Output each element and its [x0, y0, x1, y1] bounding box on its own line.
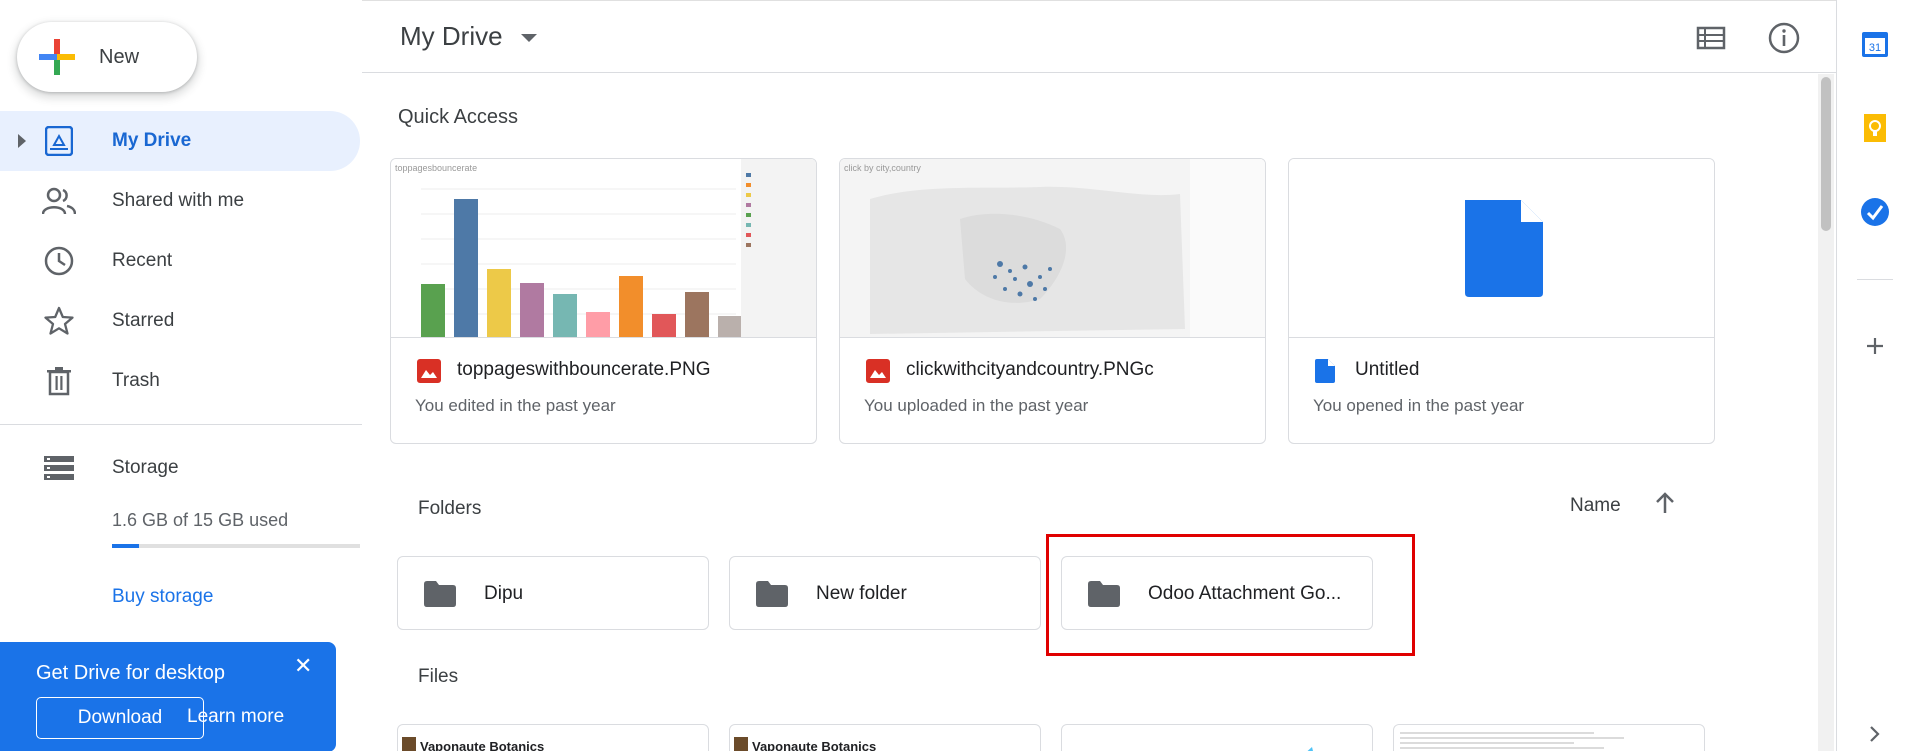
- storage-progress-bar: [112, 544, 360, 548]
- keep-icon[interactable]: [1859, 112, 1891, 144]
- file-card[interactable]: [1393, 724, 1705, 751]
- file-activity: You uploaded in the past year: [864, 396, 1089, 415]
- arrow-up-icon[interactable]: [1652, 490, 1678, 516]
- sidebar-item-starred[interactable]: Starred: [0, 291, 362, 351]
- sidebar-item-my-drive[interactable]: My Drive: [0, 111, 360, 171]
- files-section-title: Files: [418, 666, 459, 687]
- calendar-icon[interactable]: 31: [1859, 28, 1891, 60]
- quick-access-card[interactable]: toppagesbouncerate toppageswithbouncerat…: [390, 158, 817, 444]
- main-scrollbar[interactable]: [1818, 74, 1834, 751]
- file-thumbnail-title: Vaponaute Botanics: [420, 739, 545, 751]
- sidebar-item-storage[interactable]: Storage: [0, 440, 362, 496]
- sidebar-item-label: Starred: [112, 310, 175, 331]
- folder-name: New folder: [816, 583, 907, 604]
- thumbnail-caption: click by city,country: [844, 163, 921, 173]
- thumbnail-caption: toppagesbouncerate: [395, 163, 477, 173]
- folder-item[interactable]: Dipu: [397, 556, 709, 630]
- scrollbar-thumb[interactable]: [1821, 77, 1831, 231]
- file-activity: You opened in the past year: [1313, 396, 1525, 415]
- highlight-annotation-box: [1046, 534, 1415, 656]
- folder-name: Dipu: [484, 583, 524, 604]
- folder-item[interactable]: New folder: [729, 556, 1041, 630]
- file-name: clickwithcityandcountry.PNGc: [906, 359, 1154, 380]
- file-card[interactable]: Vaponaute Botanics: [729, 724, 1041, 751]
- sidebar-item-shared-with-me[interactable]: Shared with me: [0, 171, 362, 231]
- new-button-label: New: [99, 45, 140, 68]
- header: My Drive: [362, 0, 1836, 73]
- sidebar: New My Drive Shared with me Recent Starr…: [0, 0, 362, 751]
- star-icon: [42, 304, 76, 338]
- file-thumbnail: click by city,country: [840, 159, 1265, 338]
- quick-access-card[interactable]: Untitled You opened in the past year: [1288, 158, 1715, 444]
- desktop-promo-banner: Get Drive for desktop ✕ Download Learn m…: [0, 642, 336, 751]
- sort-by-name-button[interactable]: Name: [1570, 495, 1621, 517]
- sidebar-divider: [0, 424, 362, 425]
- page-title[interactable]: My Drive: [400, 21, 503, 52]
- file-activity: You edited in the past year: [415, 396, 616, 415]
- tasks-icon[interactable]: [1859, 196, 1891, 228]
- side-panel: 31: [1836, 0, 1912, 751]
- sidebar-item-label: Shared with me: [112, 190, 245, 211]
- folder-icon: [756, 581, 788, 607]
- folders-section-title: Folders: [418, 498, 482, 519]
- file-name: toppageswithbouncerate.PNG: [457, 359, 711, 380]
- svg-text:31: 31: [1869, 42, 1881, 54]
- clock-icon: [42, 244, 76, 278]
- trash-icon: [42, 364, 76, 398]
- storage-label: Storage: [112, 457, 179, 478]
- sidebar-item-label: My Drive: [112, 130, 192, 151]
- file-thumbnail: [402, 737, 416, 751]
- sidebar-item-label: Recent: [112, 250, 173, 271]
- file-thumbnail: [734, 737, 748, 751]
- side-panel-divider: [1857, 279, 1893, 280]
- folder-icon: [424, 581, 456, 607]
- chevron-right-icon[interactable]: [1859, 718, 1891, 750]
- sidebar-item-label: Trash: [112, 370, 160, 391]
- close-icon[interactable]: ✕: [294, 654, 312, 678]
- info-icon[interactable]: [1767, 21, 1801, 55]
- quick-access-card[interactable]: click by city,country clickwithcityandco…: [839, 158, 1266, 444]
- chevron-down-icon[interactable]: [521, 34, 537, 42]
- download-button[interactable]: Download: [36, 697, 204, 739]
- file-card[interactable]: [1061, 724, 1373, 751]
- image-file-icon: [866, 359, 890, 383]
- promo-title: Get Drive for desktop: [36, 662, 225, 684]
- image-file-icon: [417, 359, 441, 383]
- main-content: Quick Access toppagesbouncerate toppages…: [362, 74, 1836, 751]
- doc-file-icon: [1315, 359, 1339, 383]
- file-thumbnail: [1400, 732, 1624, 749]
- list-view-icon[interactable]: [1696, 23, 1726, 53]
- buy-storage-link[interactable]: Buy storage: [112, 586, 213, 608]
- add-addon-icon[interactable]: [1859, 330, 1891, 362]
- file-thumbnail: [1307, 747, 1313, 751]
- sidebar-nav: My Drive Shared with me Recent Starred T…: [0, 111, 362, 411]
- plus-icon: [37, 37, 77, 77]
- sidebar-item-trash[interactable]: Trash: [0, 351, 362, 411]
- storage-icon: [42, 451, 76, 485]
- learn-more-link[interactable]: Learn more: [187, 706, 284, 728]
- drive-icon: [42, 124, 76, 158]
- storage-progress-fill: [112, 544, 139, 548]
- file-thumbnail: [1289, 159, 1714, 338]
- sidebar-item-recent[interactable]: Recent: [0, 231, 362, 291]
- people-icon: [42, 184, 76, 218]
- storage-used-text: 1.6 GB of 15 GB used: [112, 510, 289, 530]
- quick-access-title: Quick Access: [398, 106, 519, 128]
- file-thumbnail-title: Vaponaute Botanics: [752, 739, 877, 751]
- file-thumbnail: toppagesbouncerate: [391, 159, 816, 338]
- file-name: Untitled: [1355, 359, 1420, 380]
- new-button[interactable]: New: [17, 22, 197, 92]
- file-card[interactable]: Vaponaute Botanics: [397, 724, 709, 751]
- expand-caret-icon[interactable]: [18, 134, 26, 148]
